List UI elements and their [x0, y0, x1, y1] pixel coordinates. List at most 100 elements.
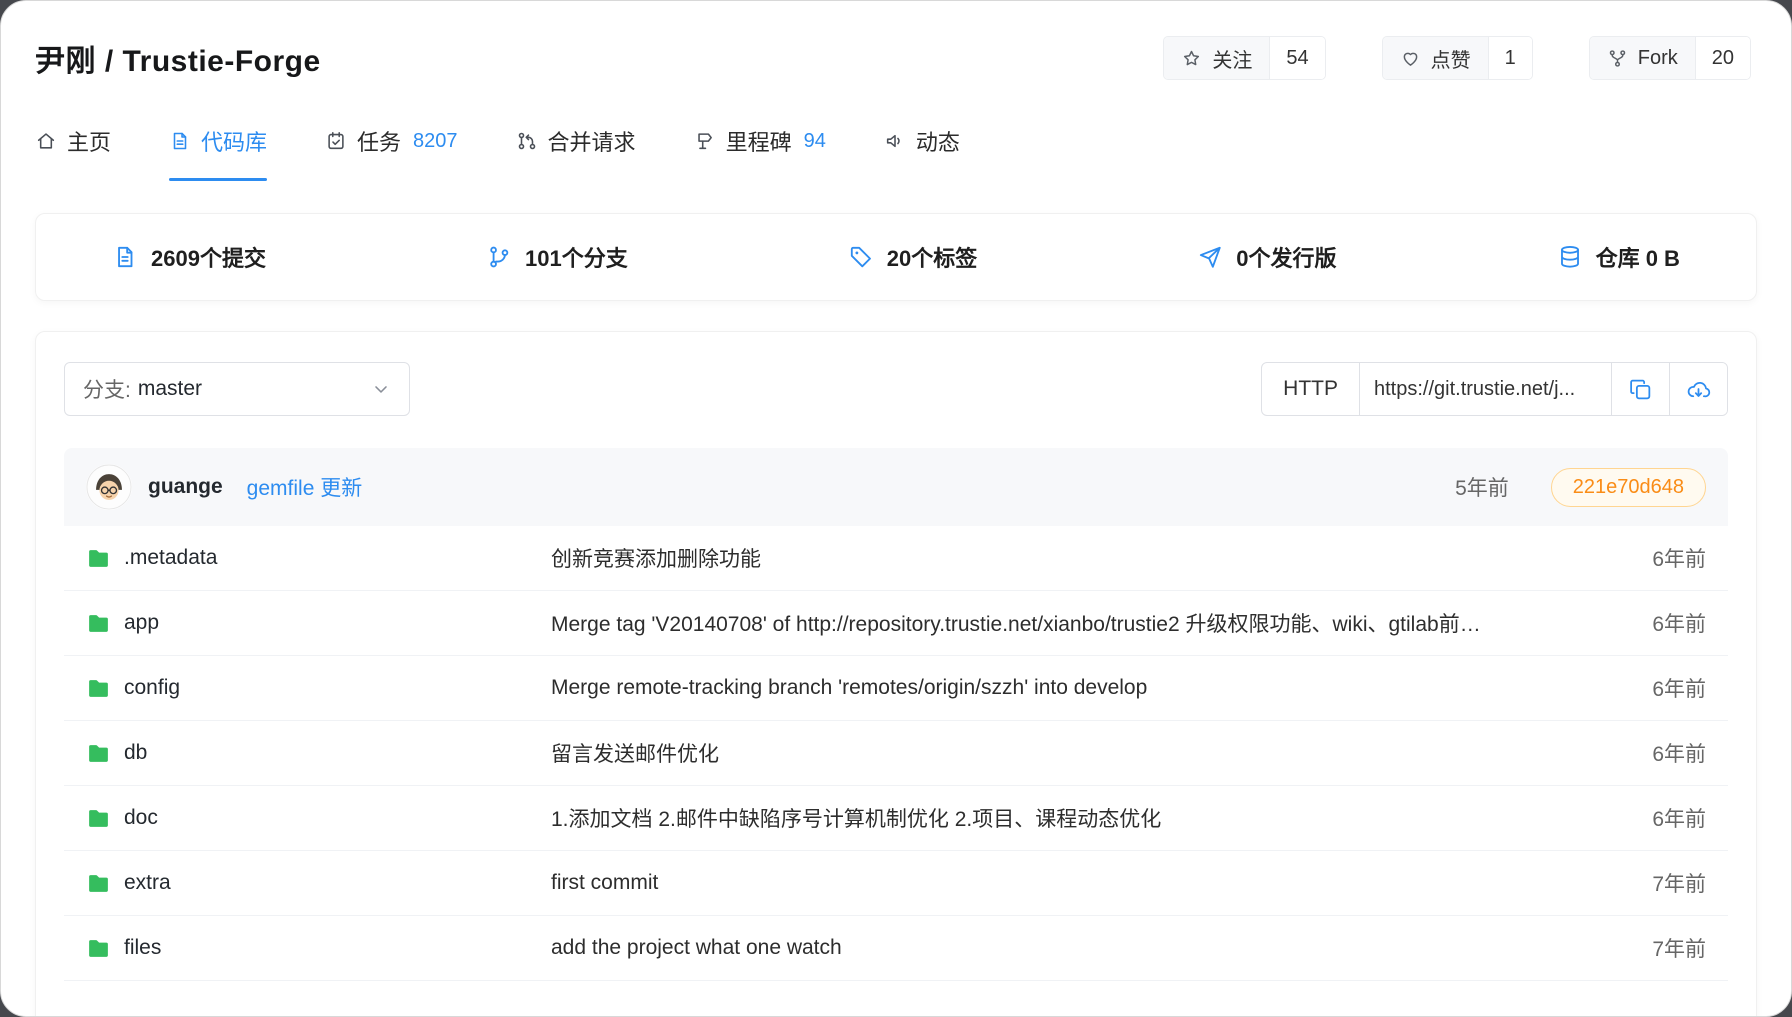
file-commit-message[interactable]: 1.添加文档 2.邮件中缺陷序号计算机制优化 2.项目、课程动态优化 [551, 803, 1652, 833]
tab-home-label: 主页 [67, 125, 111, 157]
tab-code[interactable]: 代码库 [169, 101, 267, 181]
stat-tags[interactable]: 20个标签 [848, 241, 977, 273]
table-row[interactable]: extra first commit 7年前 [64, 851, 1728, 916]
like-button[interactable]: 点赞 1 [1382, 36, 1533, 80]
tab-issues[interactable]: 任务 8207 [325, 101, 458, 181]
commit-icon [112, 244, 138, 270]
tab-activity[interactable]: 动态 [884, 101, 960, 181]
file-name-cell[interactable]: extra [86, 871, 551, 896]
file-name-cell[interactable]: doc [86, 806, 551, 831]
folder-icon [86, 676, 111, 701]
table-row[interactable]: app Merge tag 'V20140708' of http://repo… [64, 591, 1728, 656]
tasks-icon [325, 130, 347, 152]
tab-merge-requests[interactable]: 合并请求 [516, 101, 636, 181]
stat-repo-size-label: 仓库 0 B [1596, 241, 1680, 273]
file-name: extra [124, 871, 171, 895]
table-row[interactable]: db 留言发送邮件优化 6年前 [64, 721, 1728, 786]
table-row[interactable]: files add the project what one watch 7年前 [64, 916, 1728, 981]
stat-commits[interactable]: 2609个提交 [112, 241, 266, 273]
repo-tabs: 主页 代码库 任务 8207 合并请求 里程碑 94 动态 [1, 101, 1791, 181]
table-row[interactable]: config Merge remote-tracking branch 'rem… [64, 656, 1728, 721]
tab-merge-requests-label: 合并请求 [548, 125, 636, 157]
commit-sha-badge[interactable]: 221e70d648 [1551, 468, 1706, 507]
page-title: 尹刚 / Trustie-Forge [35, 36, 321, 80]
file-commit-time: 6年前 [1652, 673, 1706, 703]
file-commit-message[interactable]: Merge remote-tracking branch 'remotes/or… [551, 676, 1652, 700]
repo-toolbar: 分支: master HTTP [36, 332, 1756, 448]
file-name-cell[interactable]: config [86, 676, 551, 701]
copy-icon [1628, 377, 1653, 402]
table-row-partial[interactable] [64, 981, 1728, 1017]
file-commit-message[interactable]: Merge tag 'V20140708' of http://reposito… [551, 608, 1652, 638]
file-commit-message[interactable]: 创新竞赛添加删除功能 [551, 543, 1652, 573]
file-name: db [124, 741, 147, 765]
branch-name: master [138, 377, 202, 401]
fork-button-main: Fork [1590, 37, 1695, 79]
file-commit-time: 6年前 [1652, 738, 1706, 768]
home-icon [35, 130, 57, 152]
like-button-main: 点赞 [1383, 37, 1488, 79]
stat-branches[interactable]: 101个分支 [486, 241, 628, 273]
folder-icon [86, 871, 111, 896]
latest-commit-bar: guange gemfile 更新 5年前 221e70d648 [64, 448, 1728, 526]
fork-label: Fork [1638, 47, 1678, 70]
like-label: 点赞 [1431, 44, 1471, 73]
file-commit-message[interactable]: 留言发送邮件优化 [551, 738, 1652, 768]
branch-selector[interactable]: 分支: master [64, 362, 410, 416]
file-commit-time: 7年前 [1652, 933, 1706, 963]
commit-message-link[interactable]: gemfile 更新 [247, 472, 363, 502]
file-commit-time: 6年前 [1652, 543, 1706, 573]
file-name: config [124, 676, 180, 700]
like-count: 1 [1488, 37, 1532, 79]
merge-request-icon [516, 130, 538, 152]
file-commit-time: 6年前 [1652, 608, 1706, 638]
file-name-cell[interactable]: db [86, 741, 551, 766]
stat-commits-label: 2609个提交 [151, 241, 266, 273]
download-button[interactable] [1669, 363, 1727, 415]
folder-icon [86, 546, 111, 571]
file-name: app [124, 611, 159, 635]
file-commit-message[interactable]: add the project what one watch [551, 936, 1652, 960]
watch-button[interactable]: 关注 54 [1163, 36, 1325, 80]
fork-button[interactable]: Fork 20 [1589, 36, 1751, 80]
cloud-download-icon [1686, 377, 1711, 402]
watch-button-main: 关注 [1164, 37, 1269, 79]
repo-icon [169, 130, 191, 152]
stat-releases[interactable]: 0个发行版 [1197, 241, 1336, 273]
file-name-cell[interactable]: files [86, 936, 551, 961]
avatar-image [86, 464, 132, 510]
tab-issues-badge: 8207 [413, 130, 458, 153]
stat-repo-size[interactable]: 仓库 0 B [1557, 241, 1680, 273]
table-row[interactable]: .metadata 创新竞赛添加删除功能 6年前 [64, 526, 1728, 591]
folder-icon [86, 936, 111, 961]
file-name-cell[interactable]: app [86, 611, 551, 636]
page-header: 尹刚 / Trustie-Forge 关注 54 点赞 1 For [1, 1, 1791, 101]
file-name: .metadata [124, 546, 217, 570]
stat-tags-label: 20个标签 [887, 241, 977, 273]
file-name-cell[interactable]: .metadata [86, 546, 551, 571]
file-name: files [124, 936, 161, 960]
folder-icon [86, 741, 111, 766]
file-commit-message[interactable]: first commit [551, 871, 1652, 895]
milestone-icon [694, 130, 716, 152]
chevron-down-icon [371, 379, 391, 399]
fork-count: 20 [1695, 37, 1750, 79]
copy-url-button[interactable] [1611, 363, 1669, 415]
file-browser-card: 分支: master HTTP [35, 331, 1757, 1017]
file-commit-time: 7年前 [1652, 868, 1706, 898]
tab-home[interactable]: 主页 [35, 101, 111, 181]
stat-releases-label: 0个发行版 [1236, 241, 1336, 273]
table-row[interactable]: doc 1.添加文档 2.邮件中缺陷序号计算机制优化 2.项目、课程动态优化 6… [64, 786, 1728, 851]
tab-milestones[interactable]: 里程碑 94 [694, 101, 826, 181]
clone-protocol-select[interactable]: HTTP [1262, 363, 1359, 415]
file-commit-time: 6年前 [1652, 803, 1706, 833]
commit-time: 5年前 [1455, 472, 1509, 502]
tab-activity-label: 动态 [916, 125, 960, 157]
clone-url-input[interactable] [1359, 363, 1611, 415]
clone-url-group: HTTP [1261, 362, 1728, 416]
watch-label: 关注 [1212, 44, 1252, 73]
file-list: .metadata 创新竞赛添加删除功能 6年前 app Merge tag '… [64, 526, 1728, 1017]
tab-code-label: 代码库 [201, 125, 267, 157]
commit-author[interactable]: guange [148, 475, 223, 499]
avatar[interactable] [86, 464, 132, 510]
